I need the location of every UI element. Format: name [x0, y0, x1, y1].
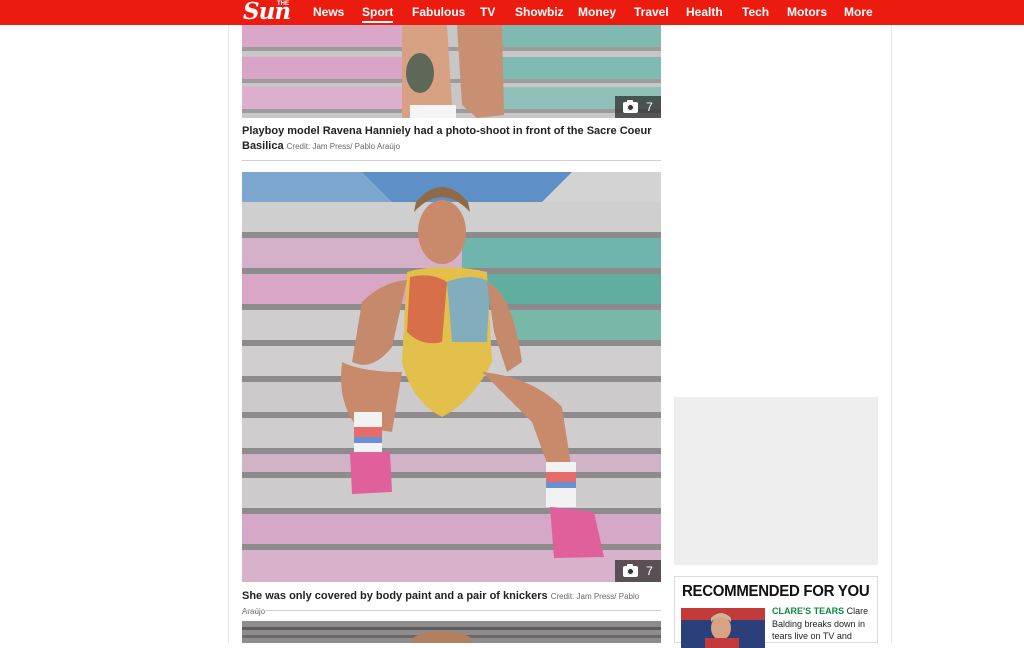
recommended-thumbnail[interactable] [681, 608, 765, 648]
camera-icon [623, 563, 639, 577]
nav-item-tv[interactable]: TV [480, 5, 495, 19]
nav-item-health[interactable]: Health [686, 5, 723, 19]
nav-item-more[interactable]: More [844, 5, 873, 19]
column-divider-left [228, 25, 229, 643]
recommended-title: RECOMMENDED FOR YOU [682, 582, 870, 601]
nav-item-motors[interactable]: Motors [787, 5, 827, 19]
stairs-photo-image [242, 621, 661, 643]
nav-item-sport[interactable]: Sport [362, 5, 394, 23]
gallery-photo-1[interactable]: 7 [242, 25, 661, 118]
nav-item-travel[interactable]: Travel [634, 5, 669, 19]
nav-item-news[interactable]: News [313, 5, 344, 19]
camera-icon [623, 99, 639, 113]
top-nav-bar: Sun THE News Sport Fabulous TV Showbiz M… [0, 0, 1024, 25]
gallery-photo-3[interactable] [242, 621, 661, 643]
the-sun-logo[interactable]: Sun THE [243, 0, 303, 25]
recommended-story[interactable]: CLARE'S TEARS Clare Balding breaks down … [772, 605, 876, 643]
photo-count: 7 [646, 100, 653, 114]
stairs-photo-image [242, 172, 661, 582]
stairs-photo-image [242, 25, 661, 118]
advertisement-slot [674, 397, 878, 565]
photo-count-badge: 7 [615, 96, 661, 118]
caption-credit: Credit: Jam Press/ Pablo Araújo [286, 142, 401, 151]
gallery-caption-2: She was only covered by body paint and a… [242, 589, 662, 619]
photo-count: 7 [646, 564, 653, 578]
nav-item-showbiz[interactable]: Showbiz [515, 5, 564, 19]
logo-small-text: THE [277, 1, 289, 7]
gallery-photo-2[interactable]: 7 [242, 172, 661, 582]
thumbnail-image [681, 608, 765, 648]
divider [242, 610, 661, 611]
nav-item-money[interactable]: Money [578, 5, 616, 19]
caption-text: She was only covered by body paint and a… [242, 590, 548, 602]
story-kicker: CLARE'S TEARS [772, 606, 845, 616]
column-divider-right [891, 25, 892, 643]
recommended-widget: RECOMMENDED FOR YOU CLARE'S TEARS Clare … [674, 576, 878, 648]
divider [242, 160, 661, 161]
gallery-caption-1: Playboy model Ravena Hanniely had a phot… [242, 124, 662, 154]
nav-item-tech[interactable]: Tech [742, 5, 769, 19]
nav-item-fabulous[interactable]: Fabulous [412, 5, 465, 19]
photo-count-badge: 7 [615, 560, 661, 582]
